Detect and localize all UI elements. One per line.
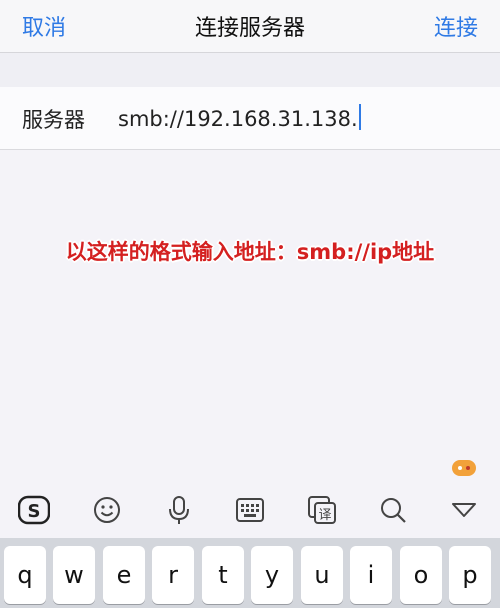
collapse-keyboard-icon[interactable]	[448, 494, 480, 526]
navigation-bar: 取消 连接服务器 连接	[0, 0, 500, 52]
keyboard-toolbar: S 译	[0, 482, 500, 538]
annotation-text: 以这样的格式输入地址：smb://ip地址	[65, 240, 435, 264]
translate-glyph: 译	[318, 508, 331, 523]
server-address-value: smb://192.168.31.138.	[118, 107, 358, 131]
keyboard-icon[interactable]	[234, 494, 266, 526]
svg-text:S: S	[28, 501, 41, 522]
key-y[interactable]: y	[251, 546, 293, 604]
keyboard: q w e r t y u i o p	[0, 538, 500, 608]
key-t[interactable]: t	[202, 546, 244, 604]
server-row[interactable]: 服务器 smb://192.168.31.138.	[0, 87, 500, 150]
key-e[interactable]: e	[103, 546, 145, 604]
key-r[interactable]: r	[152, 546, 194, 604]
key-p[interactable]: p	[449, 546, 491, 604]
microphone-icon[interactable]	[163, 494, 195, 526]
server-label: 服务器	[22, 108, 85, 132]
translate-icon[interactable]: 译	[306, 494, 338, 526]
section-separator	[0, 52, 500, 88]
page-title: 连接服务器	[194, 16, 305, 41]
connect-button[interactable]: 连接	[434, 10, 478, 42]
search-icon[interactable]	[377, 494, 409, 526]
key-q[interactable]: q	[4, 546, 46, 604]
sogou-logo-icon[interactable]: S	[18, 494, 50, 526]
key-o[interactable]: o	[400, 546, 442, 604]
key-w[interactable]: w	[53, 546, 95, 604]
emoji-icon[interactable]	[91, 494, 123, 526]
server-address-input[interactable]: smb://192.168.31.138.	[118, 104, 361, 131]
ime-status-badge[interactable]	[452, 460, 476, 476]
text-caret	[358, 104, 361, 130]
key-u[interactable]: u	[301, 546, 343, 604]
key-i[interactable]: i	[350, 546, 392, 604]
